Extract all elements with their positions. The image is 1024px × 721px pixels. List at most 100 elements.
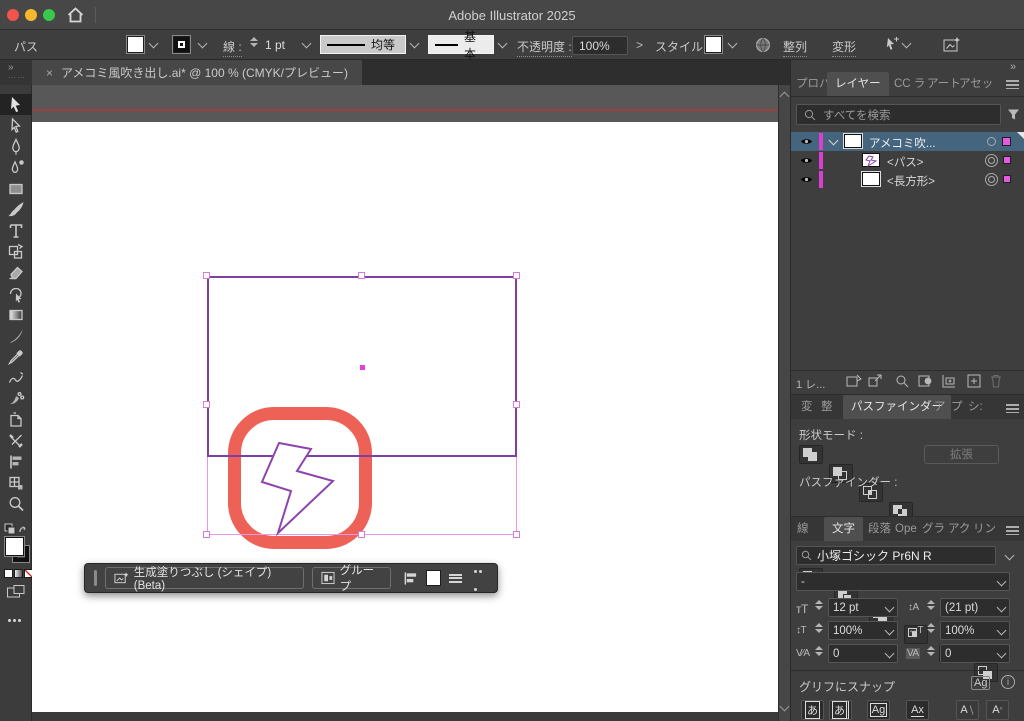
font-size-chevron-icon[interactable]	[884, 602, 895, 613]
tool-shaper[interactable]	[0, 283, 32, 304]
fill-swatch-quick[interactable]	[425, 570, 441, 586]
document-tab[interactable]: × アメコミ風吹き出し.ai* @ 100 % (CMYK/プレビュー)	[32, 60, 362, 85]
tab-paragraph[interactable]: 段落	[868, 517, 891, 541]
toolbar-more-icon[interactable]	[8, 609, 23, 627]
filter-funnel-icon[interactable]	[1007, 108, 1020, 121]
layer-thumbnail[interactable]	[862, 153, 880, 168]
fill-color-control[interactable]	[4, 536, 25, 557]
locate-object-icon[interactable]	[895, 374, 909, 388]
tab-opentype[interactable]: Ope	[895, 517, 917, 541]
scroll-down-icon[interactable]	[779, 701, 790, 712]
kerning-chevron-icon[interactable]	[884, 648, 895, 659]
snap-angle-button[interactable]: A ∖	[956, 700, 979, 720]
tab-properties-short[interactable]: プ	[951, 395, 963, 419]
leading-field[interactable]: (21 pt)	[940, 598, 1010, 617]
generative-fill-button[interactable]: 生成塗りつぶし (シェイプ) (Beta)	[104, 567, 304, 592]
tool-free-transform[interactable]	[0, 241, 32, 262]
selection-color-chip[interactable]	[1003, 156, 1011, 164]
tool-knife[interactable]	[0, 325, 32, 346]
tool-symbol-sprayer[interactable]	[0, 388, 32, 409]
canvas[interactable]	[32, 85, 778, 721]
recolor-artwork-icon[interactable]	[942, 36, 961, 54]
tracking-stepper[interactable]	[927, 646, 936, 656]
fill-color-swatch[interactable]	[126, 35, 145, 54]
target-circle-icon[interactable]	[988, 176, 995, 183]
swap-fill-stroke-icon[interactable]	[4, 523, 28, 537]
snap-baseline-button[interactable]: Ag	[867, 700, 890, 720]
leading-stepper[interactable]	[927, 600, 936, 610]
delete-layer-icon[interactable]	[990, 374, 1002, 388]
style-swatch[interactable]	[704, 35, 723, 54]
target-circle-icon[interactable]	[987, 137, 996, 146]
stroke-options-icon[interactable]	[448, 572, 462, 584]
kerning-stepper[interactable]	[815, 646, 824, 656]
tool-type[interactable]	[0, 220, 32, 241]
tool-gradient[interactable]	[0, 304, 32, 325]
layer-row-path[interactable]: <パス>	[791, 151, 1024, 170]
tab-align[interactable]: 整	[821, 395, 833, 419]
tab-layers[interactable]: レイヤー	[827, 72, 889, 96]
selection-handle[interactable]	[203, 272, 210, 279]
tracking-chevron-icon[interactable]	[996, 648, 1007, 659]
tool-artboard[interactable]	[0, 409, 32, 430]
fill-chevron-icon[interactable]	[148, 38, 159, 49]
font-size-field[interactable]: 12 pt	[828, 598, 898, 617]
width-profile-chevron-icon[interactable]	[409, 38, 420, 49]
layer-name[interactable]: <長方形>	[887, 173, 935, 189]
pathfinder-panel-menu-icon[interactable]	[1006, 402, 1019, 416]
tool-curvature[interactable]	[0, 157, 32, 178]
selection-handle[interactable]	[358, 531, 365, 538]
tool-paintbrush[interactable]	[0, 199, 32, 220]
tool-eyedropper[interactable]	[0, 346, 32, 367]
tab-character[interactable]: 文字	[824, 517, 863, 541]
visibility-eye-icon[interactable]	[800, 156, 813, 165]
stroke-width-value[interactable]: 1 pt	[265, 38, 285, 52]
info-icon[interactable]: i	[1001, 675, 1015, 689]
stroke-width-chevron-icon[interactable]	[301, 38, 312, 49]
target-circle-icon[interactable]	[988, 157, 995, 164]
selection-handle[interactable]	[358, 272, 365, 279]
snap-embox-center-button[interactable]: あ	[829, 700, 852, 720]
tracking-field[interactable]: 0	[940, 644, 1010, 663]
tab-actions[interactable]: アク	[948, 517, 970, 541]
lightning-bolt-path[interactable]	[254, 435, 374, 543]
make-mask-icon[interactable]	[918, 374, 933, 388]
taskbar-grip-handle[interactable]	[94, 570, 97, 586]
tool-blend[interactable]	[0, 430, 32, 451]
tab-assets[interactable]: アセッ	[959, 72, 993, 96]
brush-chevron-icon[interactable]	[497, 38, 508, 49]
font-family-chevron-icon[interactable]	[1004, 550, 1015, 561]
tool-rectangle[interactable]	[0, 178, 32, 199]
new-layer-icon[interactable]	[967, 374, 981, 388]
color-mode-gradient[interactable]	[14, 569, 23, 578]
tab-transform[interactable]: 変	[801, 395, 813, 419]
layer-thumbnail[interactable]	[843, 133, 863, 149]
tool-zoom[interactable]	[0, 493, 32, 514]
shape-mode-unite-button[interactable]	[799, 445, 823, 464]
document-setup-globe-icon[interactable]	[755, 37, 771, 53]
tab-glyphs[interactable]: グラ	[922, 517, 945, 541]
horizontal-scale-stepper[interactable]	[927, 623, 936, 633]
vertical-scale-stepper[interactable]	[815, 623, 824, 633]
snap-glyph-badge[interactable]: Ag	[971, 676, 991, 690]
select-similar-icon[interactable]	[882, 37, 900, 53]
transform-link[interactable]: 変形	[832, 38, 857, 57]
tool-slice[interactable]	[0, 472, 32, 493]
font-style-chevron-icon[interactable]	[996, 576, 1007, 587]
layers-search-input[interactable]: すべてを検索	[796, 104, 1001, 125]
arrange-icon[interactable]	[403, 571, 418, 586]
kerning-field[interactable]: 0	[828, 644, 898, 663]
horizontal-scale-chevron-icon[interactable]	[996, 625, 1007, 636]
font-style-field[interactable]: -	[796, 572, 1010, 591]
new-sublayer-icon[interactable]	[941, 374, 957, 388]
selection-handle[interactable]	[203, 401, 210, 408]
taskbar-more-icon[interactable]	[473, 560, 488, 596]
selection-handle[interactable]	[513, 272, 520, 279]
brush-definition-dropdown[interactable]: 基本	[428, 30, 494, 61]
stroke-width-stepper[interactable]	[250, 37, 259, 47]
selection-color-chip[interactable]	[1003, 175, 1011, 183]
vertical-scale-chevron-icon[interactable]	[884, 625, 895, 636]
visibility-eye-icon[interactable]	[800, 175, 813, 184]
dock-collapse-icon[interactable]: »	[1010, 61, 1016, 73]
tab-symbols-short[interactable]: シ:	[968, 395, 983, 419]
